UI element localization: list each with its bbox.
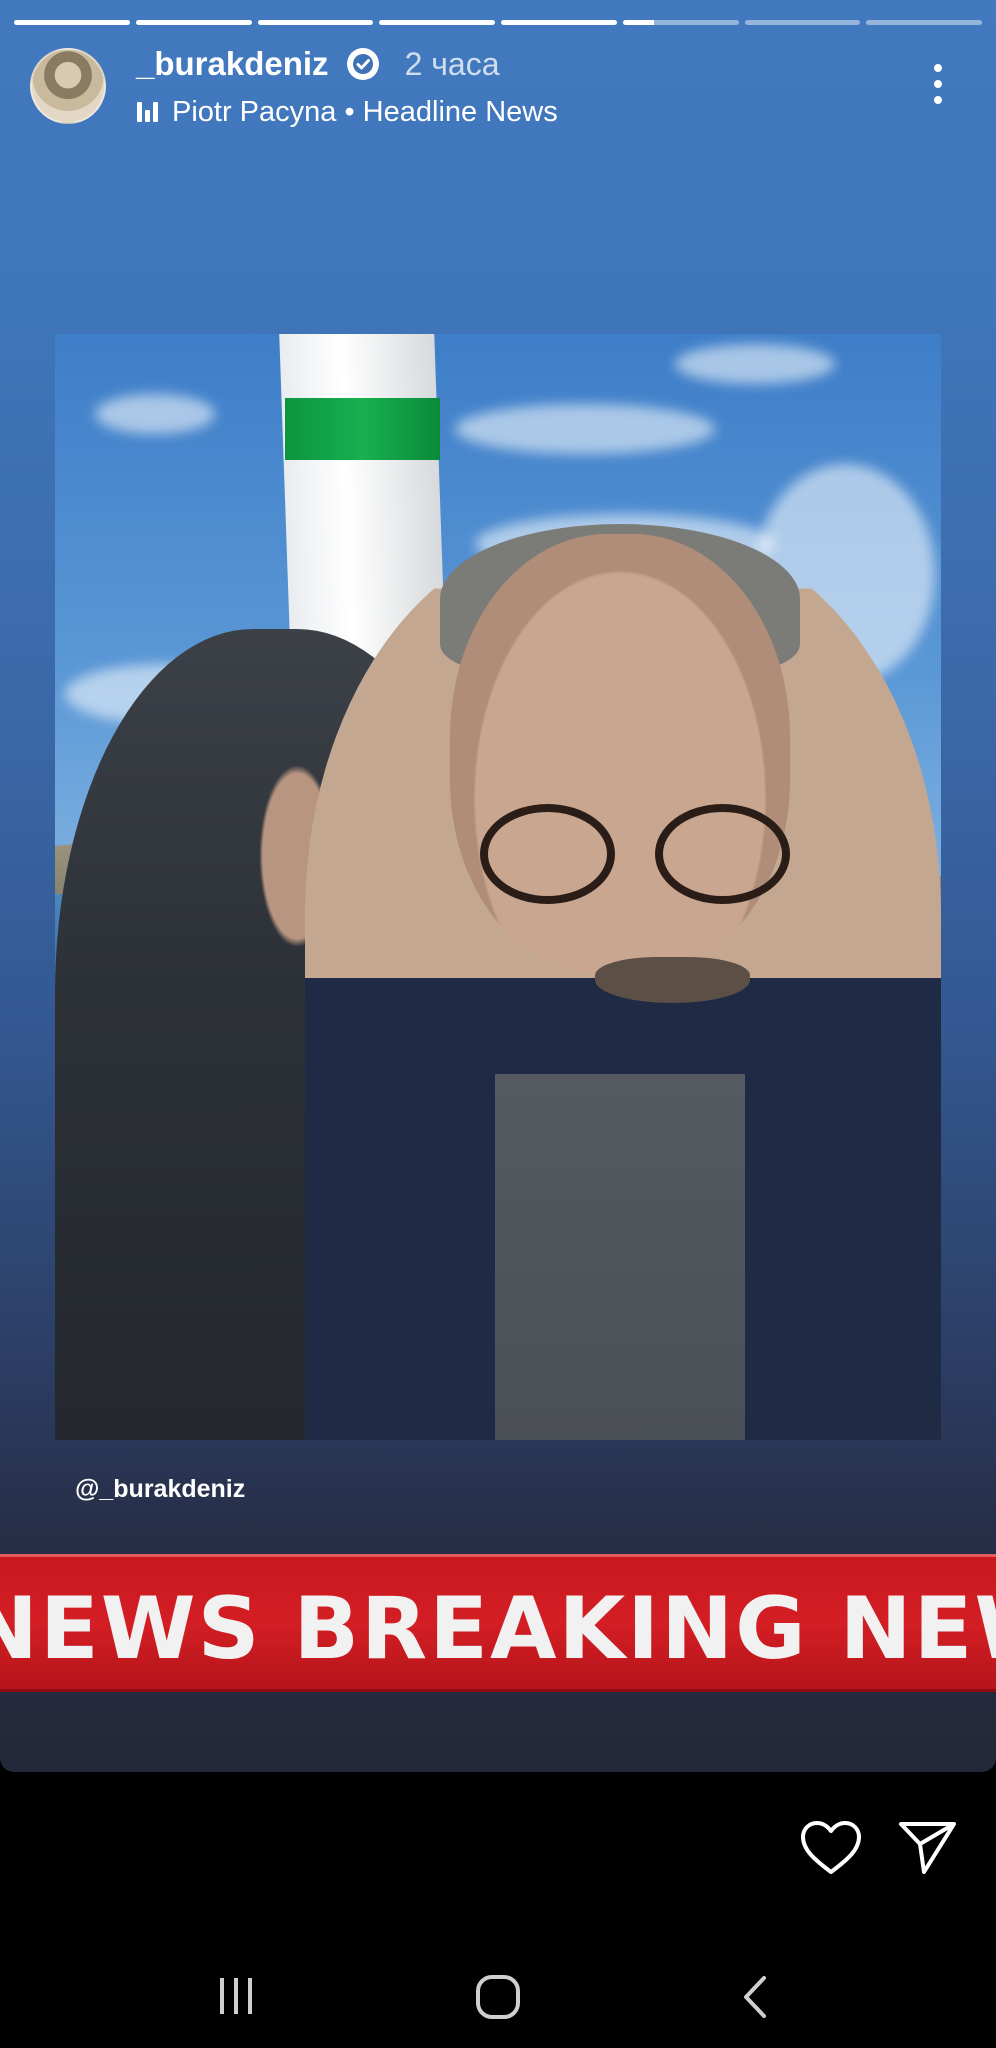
recent-apps-icon[interactable] [214,1974,258,2018]
home-icon[interactable] [475,1974,521,2020]
banner-text: NEWS BREAKING NEWS [0,1579,996,1679]
progress-segment [135,20,252,25]
progress-segment [622,20,739,25]
send-icon[interactable] [898,1820,958,1876]
story-progress [14,20,982,25]
more-vert-icon[interactable] [925,60,951,108]
post-time: 2 часа [404,45,500,82]
story-viewer[interactable]: _burakdeniz 2 часа Piotr Pacyna • Headli… [0,0,996,1772]
music-attribution[interactable]: Piotr Pacyna • Headline News [136,92,558,132]
heart-icon[interactable] [800,1820,862,1876]
progress-segment [379,20,495,25]
story-header: _burakdeniz 2 часа [136,40,500,88]
music-label: Piotr Pacyna • Headline News [172,95,558,128]
avatar[interactable] [30,48,106,124]
progress-segment [744,20,861,25]
progress-segment [14,20,130,25]
progress-segment [501,20,617,25]
breaking-news-banner: NEWS BREAKING NEWS [0,1554,996,1692]
mention-tag[interactable]: @_burakdeniz [75,1475,245,1504]
system-navbar [0,1952,996,2048]
story-photo [55,334,941,1440]
music-bars-icon [136,100,160,124]
username[interactable]: _burakdeniz [136,45,329,83]
back-icon[interactable] [740,1974,770,2020]
verified-badge-icon [346,48,379,80]
progress-segment [866,20,982,25]
progress-segment [257,20,374,25]
